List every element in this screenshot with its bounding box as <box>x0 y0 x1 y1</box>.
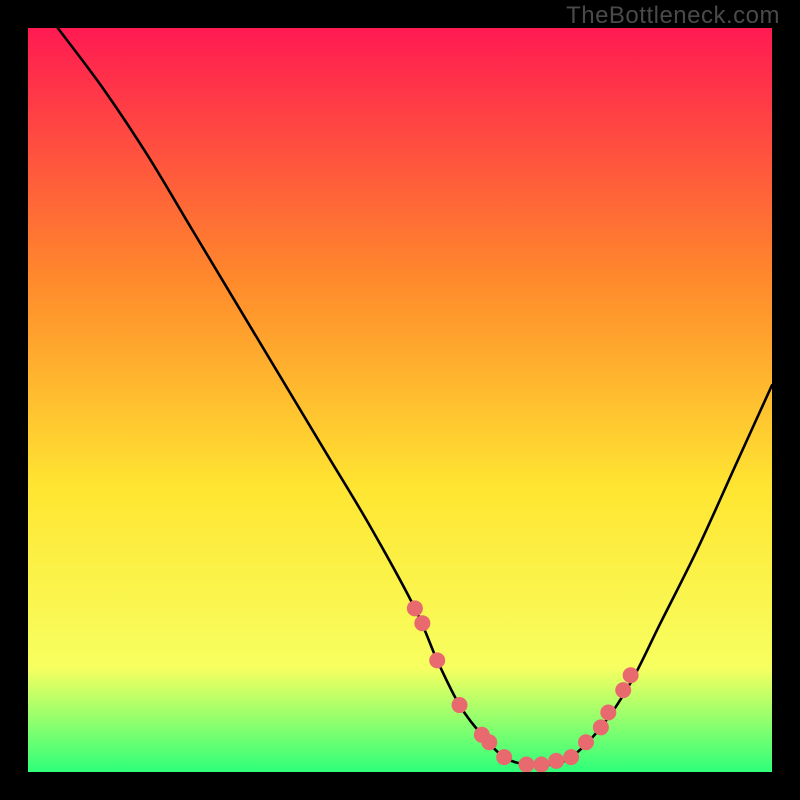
highlight-dot <box>593 719 609 735</box>
plot-area <box>28 28 772 772</box>
chart-outer-frame: TheBottleneck.com <box>0 0 800 800</box>
highlight-dot <box>623 667 639 683</box>
highlight-dot <box>496 749 512 765</box>
highlight-dot <box>533 757 549 772</box>
highlight-dot <box>578 734 594 750</box>
watermark-text: TheBottleneck.com <box>566 2 780 30</box>
highlight-dot <box>414 615 430 631</box>
highlight-dot <box>548 753 564 769</box>
gradient-background <box>28 28 772 772</box>
highlight-dot <box>481 734 497 750</box>
highlight-dot <box>600 704 616 720</box>
highlight-dot <box>615 682 631 698</box>
bottleneck-chart <box>28 28 772 772</box>
highlight-dot <box>429 652 445 668</box>
highlight-dot <box>407 600 423 616</box>
highlight-dot <box>563 749 579 765</box>
highlight-dot <box>518 757 534 772</box>
highlight-dot <box>452 697 468 713</box>
